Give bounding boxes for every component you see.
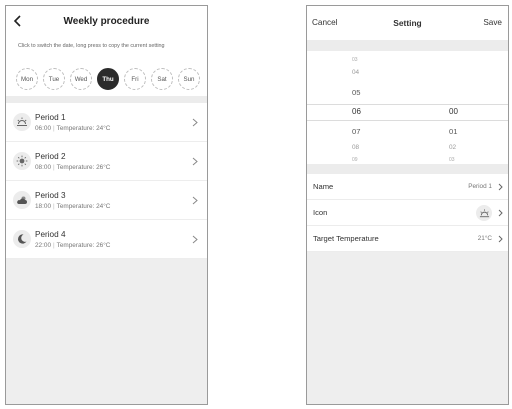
minute-selected[interactable]: 00 (449, 107, 458, 116)
name-value: Period 1 (468, 183, 492, 190)
weekly-procedure-screen: Weekly procedure Click to switch the dat… (5, 5, 208, 405)
target-temperature-row[interactable]: Target Temperature 21°C (307, 226, 508, 252)
hour-option[interactable]: 04 (352, 69, 359, 76)
hour-option[interactable]: 05 (352, 88, 360, 97)
day-tue[interactable]: Tue (43, 68, 65, 90)
day-selector: Mon Tue Wed Thu Fri Sat Sun (16, 68, 200, 90)
chevron-right-icon (498, 183, 503, 191)
day-thu[interactable]: Thu (97, 68, 119, 90)
period-temperature: Temperature: 24°C (56, 125, 111, 132)
sunrise-icon (13, 113, 31, 131)
chevron-right-icon (192, 196, 198, 205)
name-row[interactable]: Name Period 1 (307, 174, 508, 200)
empty-area (6, 259, 207, 404)
period-name: Period 2 (35, 152, 66, 161)
period-item-2[interactable]: Period 2 08:00 | Temperature: 26°C (6, 142, 207, 181)
day-sun[interactable]: Sun (178, 68, 200, 90)
period-item-1[interactable]: Period 1 06:00 | Temperature: 24°C (6, 103, 207, 142)
sun-icon (13, 152, 31, 170)
chevron-right-icon (192, 235, 198, 244)
period-detail: 18:00 | Temperature: 24°C (35, 203, 111, 210)
period-temperature: Temperature: 24°C (56, 203, 111, 210)
day-mon[interactable]: Mon (16, 68, 38, 90)
hour-option[interactable]: 09 (352, 157, 358, 163)
chevron-right-icon (498, 235, 503, 243)
hour-selected[interactable]: 06 (352, 107, 361, 116)
period-detail: 06:00 | Temperature: 24°C (35, 125, 111, 132)
setting-screen: Cancel Setting Save 03 04 05 06 07 08 09… (306, 5, 509, 405)
section-divider (307, 164, 508, 174)
target-temperature-label: Target Temperature (313, 234, 379, 243)
period-time: 18:00 (35, 203, 51, 210)
section-divider (307, 40, 508, 51)
period-temperature: Temperature: 26°C (56, 164, 111, 171)
target-temperature-value: 21°C (477, 235, 492, 242)
minute-option[interactable]: 03 (449, 157, 455, 163)
header: Weekly procedure (6, 6, 207, 38)
period-name: Period 3 (35, 191, 66, 200)
header: Cancel Setting Save (307, 6, 508, 40)
hour-option[interactable]: 08 (352, 144, 359, 151)
chevron-right-icon (498, 209, 503, 217)
day-wed[interactable]: Wed (70, 68, 92, 90)
moon-icon (13, 230, 31, 248)
selection-line (307, 104, 508, 105)
period-item-3[interactable]: Period 3 18:00 | Temperature: 24°C (6, 181, 207, 220)
day-sat[interactable]: Sat (151, 68, 173, 90)
period-temperature: Temperature: 26°C (56, 242, 111, 249)
selection-line (307, 120, 508, 121)
page-title: Setting (393, 18, 422, 28)
day-fri[interactable]: Fri (124, 68, 146, 90)
time-picker[interactable]: 03 04 05 06 07 08 09 00 01 02 03 (307, 51, 508, 164)
period-name: Period 4 (35, 230, 66, 239)
instruction-text: Click to switch the date, long press to … (18, 43, 165, 49)
period-item-4[interactable]: Period 4 22:00 | Temperature: 26°C (6, 220, 207, 259)
period-name: Period 1 (35, 113, 66, 122)
minute-option[interactable]: 01 (449, 127, 457, 136)
hour-option[interactable]: 07 (352, 127, 360, 136)
page-title: Weekly procedure (63, 16, 150, 27)
name-label: Name (313, 182, 334, 191)
save-button[interactable]: Save (483, 18, 502, 27)
section-divider (6, 96, 207, 103)
icon-row[interactable]: Icon (307, 200, 508, 226)
cloud-sun-icon (13, 191, 31, 209)
chevron-right-icon (192, 118, 198, 127)
hour-option[interactable]: 03 (352, 57, 358, 63)
period-time: 08:00 (35, 164, 51, 171)
sunrise-icon (476, 205, 492, 221)
chevron-right-icon (192, 157, 198, 166)
period-time: 06:00 (35, 125, 51, 132)
minute-option[interactable]: 02 (449, 144, 456, 151)
period-detail: 22:00 | Temperature: 26°C (35, 242, 111, 249)
period-detail: 08:00 | Temperature: 26°C (35, 164, 111, 171)
period-list: Period 1 06:00 | Temperature: 24°C Period … (6, 103, 207, 259)
icon-label: Icon (313, 208, 328, 217)
empty-area (307, 252, 508, 404)
period-time: 22:00 (35, 242, 51, 249)
